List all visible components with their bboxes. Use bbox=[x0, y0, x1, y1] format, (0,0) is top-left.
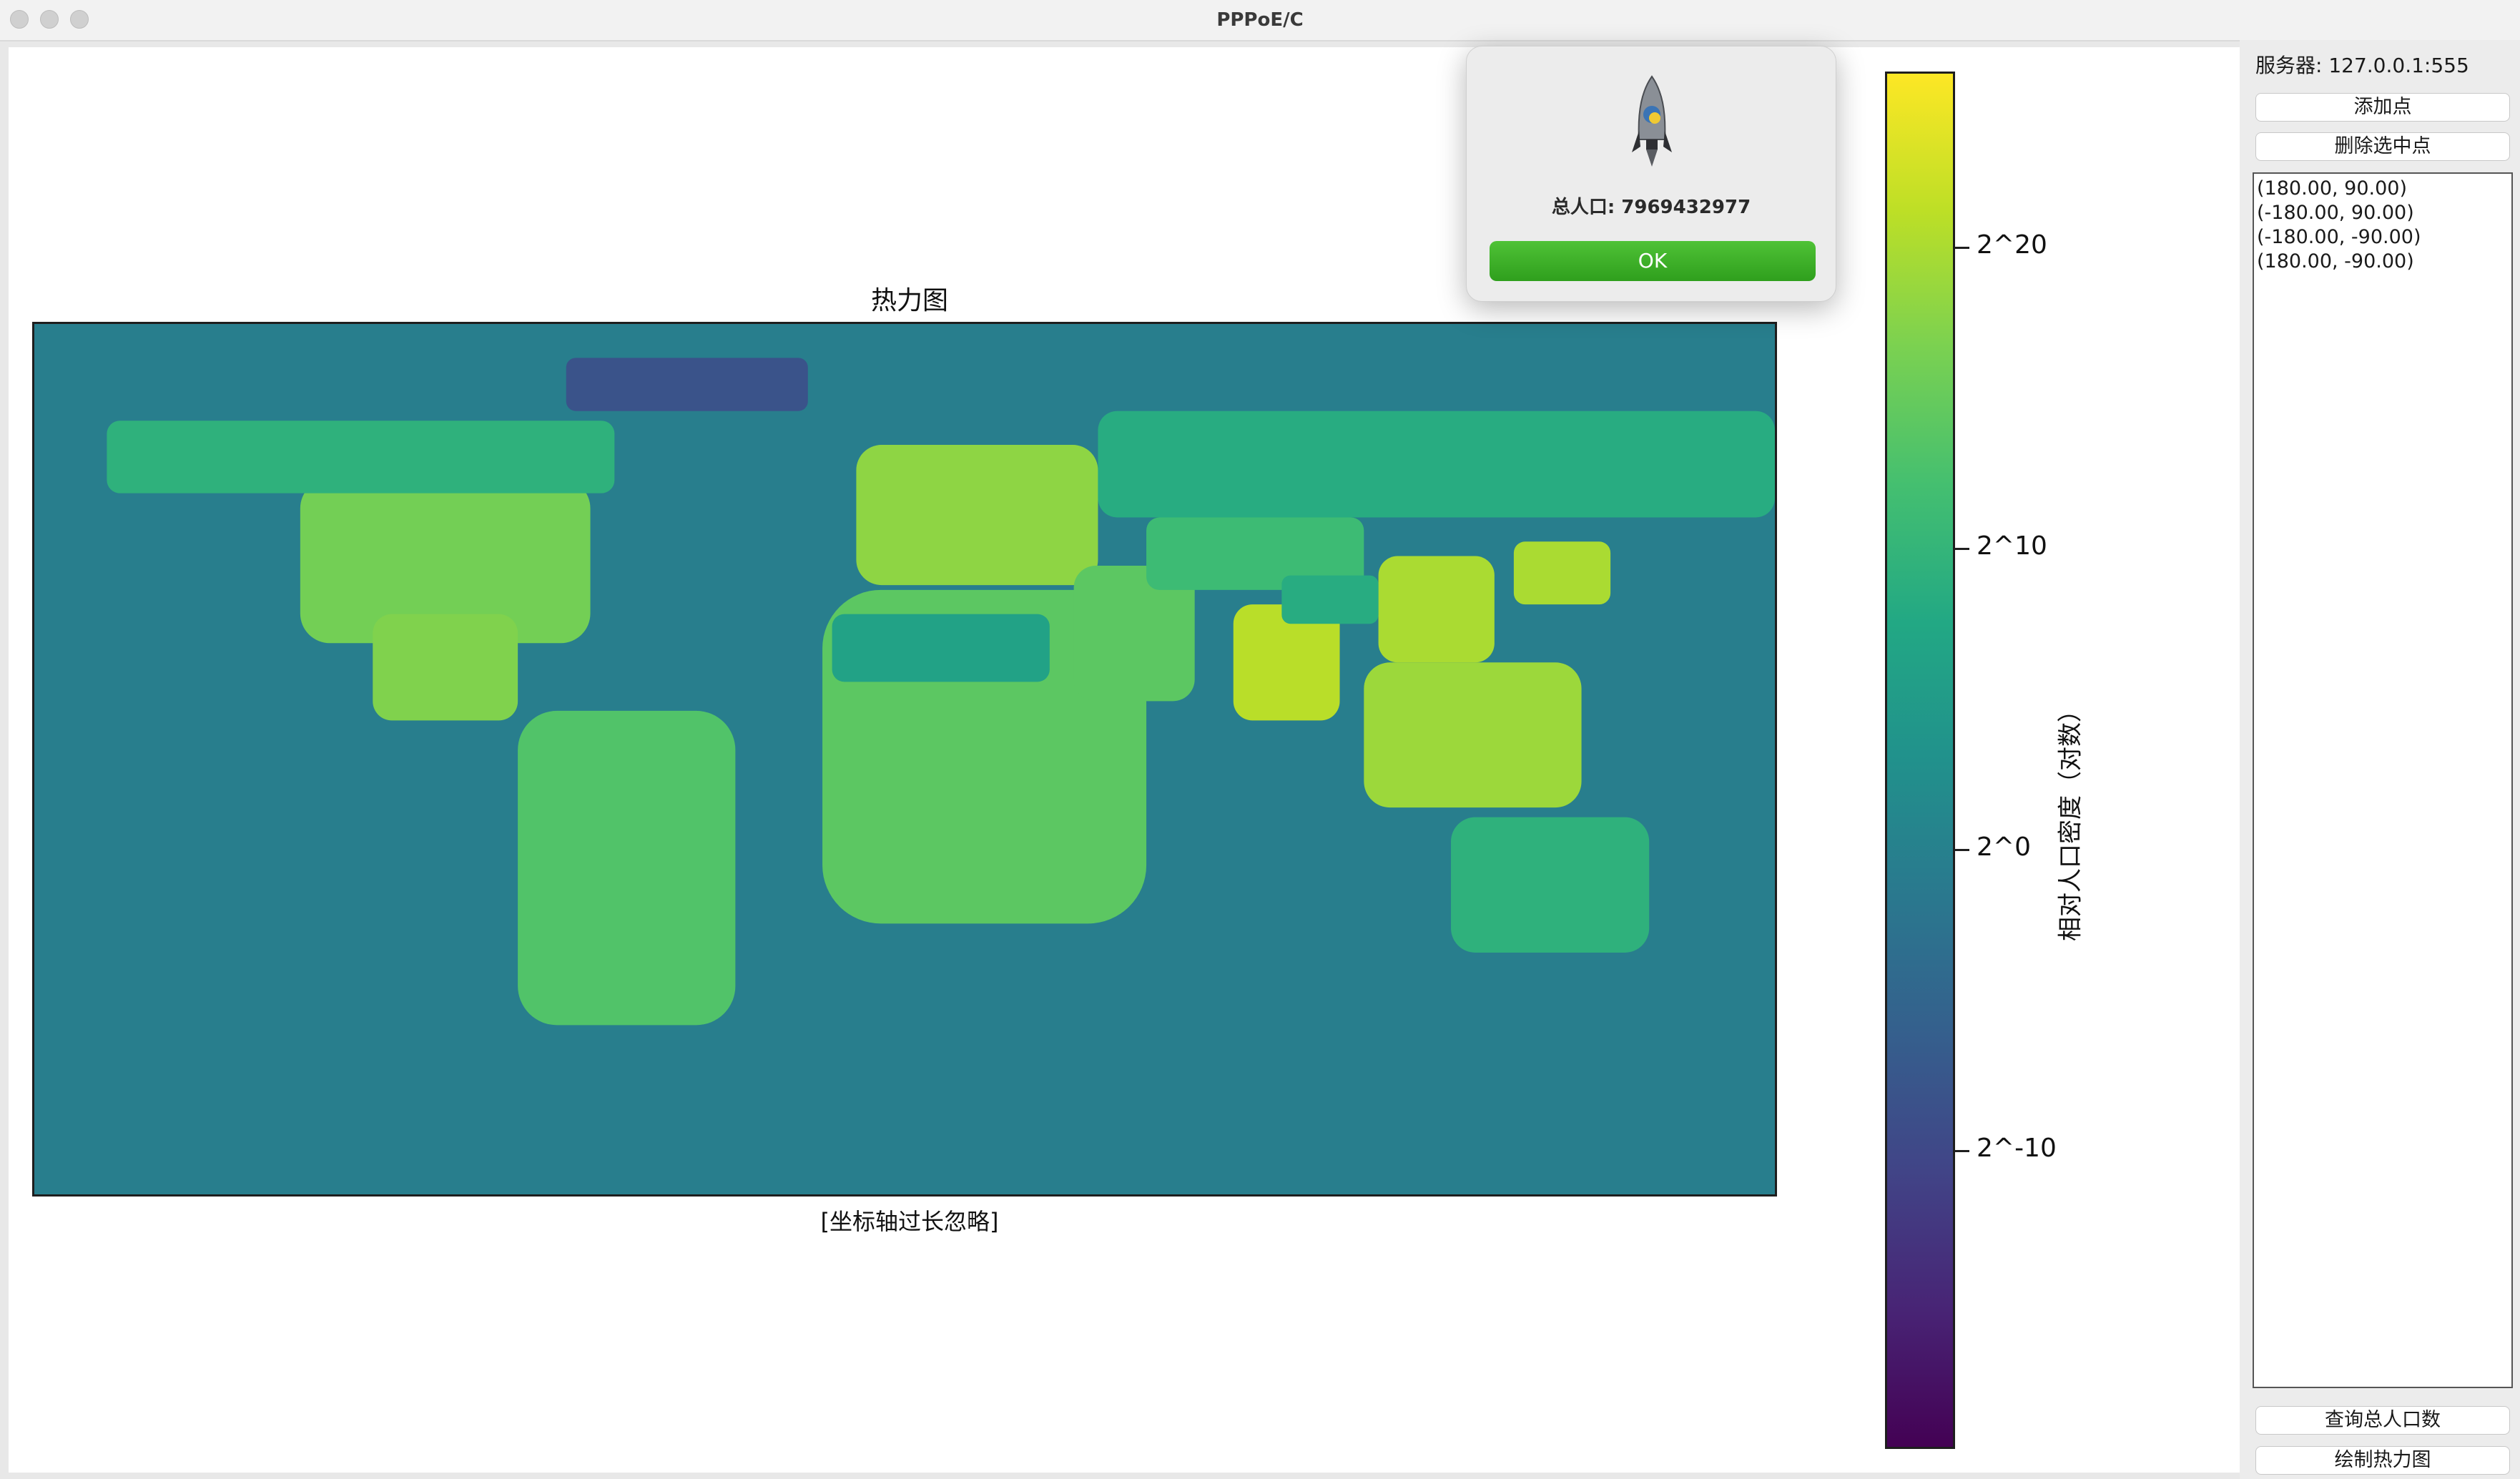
heatmap-region-mexico-central bbox=[373, 614, 518, 721]
colorbar-tick-mark bbox=[1955, 548, 1969, 550]
colorbar-tick-mark bbox=[1955, 1150, 1969, 1152]
colorbar-axis-label: 相对人口密度（对数） bbox=[2056, 698, 2085, 941]
draw-heatmap-button[interactable]: 绘制热力图 bbox=[2255, 1446, 2510, 1475]
axis-note: [坐标轴过长忽略] bbox=[820, 1208, 999, 1235]
colorbar-tick-label: 2^20 bbox=[1977, 230, 2047, 260]
python-rocket-icon bbox=[1632, 75, 1672, 167]
heatmap-region-tibet bbox=[1281, 575, 1379, 624]
point-list[interactable]: (180.00, 90.00) (-180.00, 90.00) (-180.0… bbox=[2253, 172, 2513, 1388]
dialog-message: 总人口: 7969432977 bbox=[1551, 197, 1751, 218]
heatmap-region-russia bbox=[1098, 411, 1775, 518]
heatmap-region-greenland bbox=[566, 358, 808, 411]
colorbar-tick-mark bbox=[1955, 247, 1969, 249]
delete-selected-point-button[interactable]: 删除选中点 bbox=[2255, 132, 2510, 161]
dialog-ok-button[interactable]: OK bbox=[1490, 241, 1816, 281]
heatmap-title: 热力图 bbox=[870, 286, 948, 315]
window-title: PPPoE/C bbox=[1216, 9, 1304, 31]
heatmap-plot bbox=[32, 322, 1777, 1197]
heatmap-region-australia bbox=[1451, 817, 1650, 953]
add-point-button[interactable]: 添加点 bbox=[2255, 93, 2510, 122]
query-total-population-button[interactable]: 查询总人口数 bbox=[2255, 1406, 2510, 1435]
list-item[interactable]: (180.00, 90.00) bbox=[2257, 177, 2509, 201]
heatmap-region-sahara bbox=[832, 614, 1050, 682]
heatmap-region-japan-korea bbox=[1513, 541, 1611, 605]
plot-canvas: 热力图 [坐标轴过长忽略] 2^20 2^10 2^0 2^-10 相对人口密度… bbox=[9, 47, 2240, 1473]
colorbar-tick-label: 2^-10 bbox=[1977, 1134, 2057, 1163]
colorbar-gradient bbox=[1887, 74, 1953, 1447]
control-panel: 服务器: 127.0.0.1:555 添加点 删除选中点 (180.00, 90… bbox=[2240, 40, 2520, 1479]
heatmap-region-southeast-asia bbox=[1364, 662, 1582, 808]
colorbar bbox=[1885, 72, 1955, 1449]
colorbar-tick-label: 2^10 bbox=[1977, 531, 2047, 561]
colorbar-tick-label: 2^0 bbox=[1977, 832, 2031, 862]
list-item[interactable]: (-180.00, -90.00) bbox=[2257, 225, 2509, 250]
window-titlebar: PPPoE/C bbox=[0, 0, 2520, 41]
server-label: 服务器: 127.0.0.1:555 bbox=[2255, 54, 2469, 77]
heatmap-region-europe bbox=[856, 445, 1098, 586]
list-item[interactable]: (180.00, -90.00) bbox=[2257, 250, 2509, 274]
heatmap-svg bbox=[34, 324, 1775, 1194]
list-item[interactable]: (-180.00, 90.00) bbox=[2257, 201, 2509, 225]
heatmap-region-china bbox=[1378, 556, 1495, 663]
heatmap-region-alaska-canada bbox=[107, 421, 615, 493]
total-population-dialog: 总人口: 7969432977 OK bbox=[1466, 46, 1836, 302]
colorbar-tick-mark bbox=[1955, 849, 1969, 851]
heatmap-region-south-america bbox=[518, 710, 736, 1026]
